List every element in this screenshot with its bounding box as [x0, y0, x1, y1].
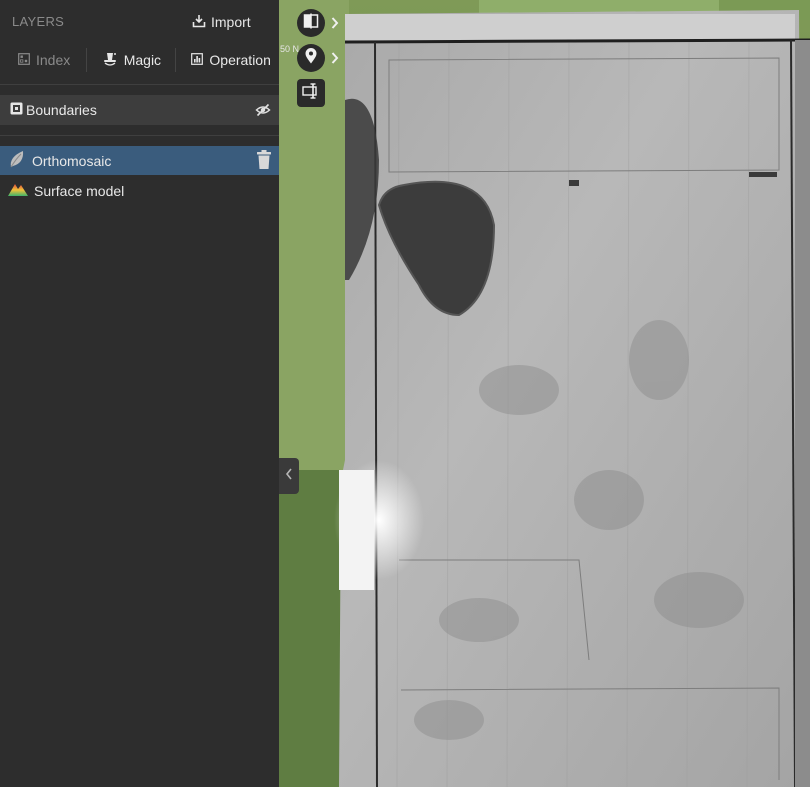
- layer-label: Orthomosaic: [32, 152, 112, 169]
- layers-header: LAYERS Import: [0, 0, 279, 42]
- operation-tool-button[interactable]: Operation: [176, 42, 279, 78]
- collapse-panel-handle[interactable]: [279, 458, 299, 494]
- download-icon: [192, 14, 206, 31]
- scale-label: 50 N: [280, 44, 300, 54]
- eye-off-icon[interactable]: [255, 102, 271, 121]
- layers-title: LAYERS: [12, 14, 65, 29]
- divider: [0, 135, 279, 136]
- layer-label: Surface model: [34, 182, 125, 199]
- tools-row: Index Magic Operation: [0, 42, 279, 78]
- trash-icon[interactable]: [256, 150, 272, 173]
- text-cursor-icon: [302, 82, 320, 105]
- expand-chevron-icon[interactable]: [331, 16, 339, 34]
- operation-label: Operation: [209, 52, 271, 68]
- index-tool-button[interactable]: Index: [0, 42, 86, 78]
- map-canvas[interactable]: [279, 0, 810, 787]
- chevron-left-icon: [285, 467, 293, 485]
- layer-row-orthomosaic[interactable]: Orthomosaic: [0, 146, 279, 175]
- expand-chevron-icon[interactable]: [331, 51, 339, 69]
- import-button[interactable]: Import: [192, 13, 251, 31]
- magic-label: Magic: [123, 52, 162, 68]
- boundaries-layer-row[interactable]: Boundaries: [0, 95, 279, 125]
- layer-row-surface-model[interactable]: Surface model: [0, 176, 279, 205]
- index-label: Index: [36, 52, 71, 68]
- index-grid-icon: [18, 52, 30, 68]
- compare-split-button[interactable]: [297, 9, 325, 37]
- leaf-icon: [8, 149, 26, 172]
- layers-panel: LAYERS Import Index Magic Operation Boun…: [0, 0, 279, 787]
- mountain-icon: [8, 181, 28, 200]
- split-view-icon: [303, 13, 319, 34]
- magic-tool-button[interactable]: Magic: [87, 42, 176, 78]
- boundaries-label: Boundaries: [26, 102, 97, 118]
- location-pin-button[interactable]: [297, 44, 325, 72]
- aerial-imagery: [279, 0, 810, 787]
- map-pin-icon: [304, 47, 318, 69]
- import-label: Import: [211, 14, 251, 30]
- divider: [0, 84, 279, 85]
- boundaries-square-icon: [10, 102, 23, 118]
- magic-hat-icon: [102, 51, 118, 70]
- operation-chart-icon: [191, 52, 204, 68]
- measure-tool-button[interactable]: [297, 79, 325, 107]
